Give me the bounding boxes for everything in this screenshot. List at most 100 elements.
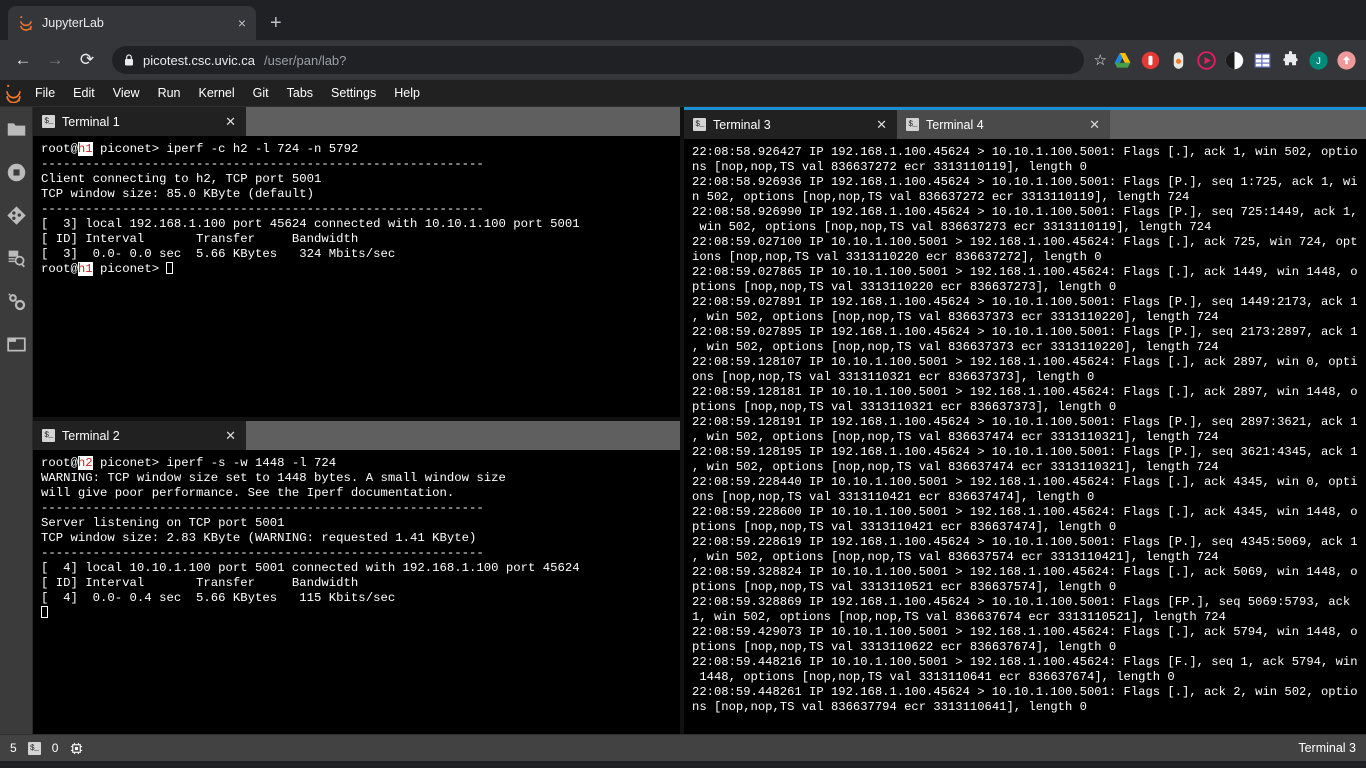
adblock-icon[interactable] <box>1141 51 1160 70</box>
tab-close-icon[interactable]: ✕ <box>225 429 236 442</box>
jupyterlab-left-sidebar <box>0 107 33 734</box>
terminal-text: root@ <box>41 456 78 470</box>
terminal-text: 22:08:59.228600 IP 10.10.1.100.5001 > 19… <box>692 505 1358 519</box>
terminal-line: 22:08:58.926936 IP 192.168.1.100.45624 >… <box>692 175 1366 190</box>
document-search-icon[interactable] <box>6 248 27 269</box>
tab-terminal-1[interactable]: $_ Terminal 1 ✕ <box>33 107 246 136</box>
extensions-puzzle-icon[interactable] <box>1281 51 1300 70</box>
terminal-line: [ ID] Interval Transfer Bandwidth <box>41 232 680 247</box>
terminal-text: piconet> iperf -s -w 1448 -l 724 <box>93 456 337 470</box>
cpu-icon[interactable] <box>69 741 84 756</box>
browser-tab-close-icon[interactable]: × <box>238 16 246 30</box>
tab-close-icon[interactable]: ✕ <box>225 115 236 128</box>
terminal-text: [ ID] Interval Transfer Bandwidth <box>41 232 358 246</box>
terminal-text: [ 4] 0.0- 0.4 sec 5.66 KBytes 115 Kbits/… <box>41 591 395 605</box>
terminal-line: TCP window size: 85.0 KByte (default) <box>41 187 680 202</box>
terminal-line: ns [nop,nop,TS val 836637794 ecr 3313110… <box>692 700 1366 715</box>
terminal-line: , win 502, options [nop,nop,TS val 83663… <box>692 310 1366 325</box>
terminal-cursor <box>41 606 48 618</box>
menu-settings[interactable]: Settings <box>322 80 385 107</box>
lock-icon <box>124 54 134 66</box>
terminal-1-output[interactable]: root@h1 piconet> iperf -c h2 -l 724 -n 5… <box>33 136 680 417</box>
terminal-2-output[interactable]: root@h2 piconet> iperf -s -w 1448 -l 724… <box>33 450 680 734</box>
menu-tabs[interactable]: Tabs <box>278 80 322 107</box>
terminal-text: [ 4] local 10.10.1.100 port 5001 connect… <box>41 561 580 575</box>
terminal-line: 22:08:59.228619 IP 192.168.1.100.45624 >… <box>692 535 1366 550</box>
tab-label: Terminal 1 <box>62 115 210 129</box>
terminal-text: ptions [nop,nop,TS val 3313110622 ecr 83… <box>692 640 1116 654</box>
tab-close-icon[interactable]: ✕ <box>1089 118 1100 131</box>
terminal-text: ----------------------------------------… <box>41 157 484 171</box>
terminal-3-tabbar: $_ Terminal 3 ✕ $_ Terminal 4 ✕ <box>684 107 1366 139</box>
terminal-line: 1448, options [nop,nop,TS val 3313110641… <box>692 670 1366 685</box>
terminal-text: WARNING: TCP window size set to 1448 byt… <box>41 471 506 485</box>
tab-terminal-2[interactable]: $_ Terminal 2 ✕ <box>33 421 246 450</box>
terminal-text: ----------------------------------------… <box>41 202 484 216</box>
kernel-count[interactable]: 5 <box>10 741 17 755</box>
tab-manager-icon[interactable] <box>1253 51 1272 70</box>
forward-button[interactable]: → <box>40 45 70 75</box>
terminal-line: 22:08:59.128195 IP 192.168.1.100.45624 >… <box>692 445 1366 460</box>
terminal-text: 22:08:59.128191 IP 192.168.1.100.45624 >… <box>692 415 1358 429</box>
terminal-line: ptions [nop,nop,TS val 3313110321 ecr 83… <box>692 400 1366 415</box>
terminal-line: , win 502, options [nop,nop,TS val 83663… <box>692 550 1366 565</box>
video-downloader-icon[interactable] <box>1197 51 1216 70</box>
terminal-text: 22:08:59.429073 IP 10.10.1.100.5001 > 19… <box>692 625 1358 639</box>
terminal-text: 22:08:59.328824 IP 10.10.1.100.5001 > 19… <box>692 565 1358 579</box>
terminal-text: , win 502, options [nop,nop,TS val 83663… <box>692 340 1219 354</box>
terminal-line <box>41 606 680 621</box>
terminal-line: Server listening on TCP port 5001 <box>41 516 680 531</box>
terminal-text: win 502, options [nop,nop,TS val 8366372… <box>692 220 1211 234</box>
terminal-line: 22:08:59.448216 IP 10.10.1.100.5001 > 19… <box>692 655 1366 670</box>
file-browser-icon[interactable] <box>6 119 27 140</box>
jupyterlab-menu-bar: File Edit View Run Kernel Git Tabs Setti… <box>0 80 1366 107</box>
browser-tab-jupyterlab[interactable]: JupyterLab × <box>8 6 256 40</box>
git-icon[interactable] <box>6 205 27 226</box>
extension-manager-icon[interactable] <box>6 291 27 312</box>
google-drive-icon[interactable] <box>1113 51 1132 70</box>
terminal-text: will give poor performance. See the Iper… <box>41 486 454 500</box>
terminal-text: piconet> <box>93 262 167 276</box>
menu-file[interactable]: File <box>26 80 64 107</box>
bookmark-star-icon[interactable]: ☆ <box>1094 51 1107 69</box>
terminal-icon: $_ <box>906 118 919 131</box>
new-tab-button[interactable]: + <box>270 13 282 33</box>
menu-help[interactable]: Help <box>385 80 429 107</box>
terminal-text: root@ <box>41 262 78 276</box>
tab-close-icon[interactable]: ✕ <box>876 118 887 131</box>
terminal-count[interactable]: 0 <box>52 741 59 755</box>
terminal-3-output[interactable]: 22:08:58.926427 IP 192.168.1.100.45624 >… <box>684 139 1366 734</box>
terminal-icon[interactable]: $_ <box>28 742 41 755</box>
menu-run[interactable]: Run <box>149 80 190 107</box>
terminal-line: ons [nop,nop,TS val 3313110321 ecr 83663… <box>692 370 1366 385</box>
terminal-text: 22:08:59.228440 IP 10.10.1.100.5001 > 19… <box>692 475 1358 489</box>
menu-view[interactable]: View <box>104 80 149 107</box>
tab-terminal-3[interactable]: $_ Terminal 3 ✕ <box>684 110 897 139</box>
terminal-line: ions [nop,nop,TS val 3313110220 ecr 8366… <box>692 250 1366 265</box>
terminal-line: 22:08:59.027865 IP 10.10.1.100.5001 > 19… <box>692 265 1366 280</box>
terminal-line: ----------------------------------------… <box>41 546 680 561</box>
terminal-line: 22:08:59.128181 IP 10.10.1.100.5001 > 19… <box>692 385 1366 400</box>
dashlane-icon[interactable] <box>1169 51 1188 70</box>
menu-git[interactable]: Git <box>244 80 278 107</box>
terminal-line: 22:08:59.228440 IP 10.10.1.100.5001 > 19… <box>692 475 1366 490</box>
terminal-line: n 502, options [nop,nop,TS val 836637272… <box>692 190 1366 205</box>
menu-edit[interactable]: Edit <box>64 80 104 107</box>
upload-icon[interactable] <box>1337 51 1356 70</box>
terminal-text: TCP window size: 2.83 KByte (WARNING: re… <box>41 531 476 545</box>
terminal-text: n 502, options [nop,nop,TS val 836637272… <box>692 190 1189 204</box>
menu-kernel[interactable]: Kernel <box>190 80 244 107</box>
address-bar[interactable]: picotest.csc.uvic.ca/user/pan/lab? <box>112 46 1084 74</box>
tab-label: Terminal 2 <box>62 429 210 443</box>
reload-button[interactable]: ⟳ <box>72 45 102 75</box>
open-tabs-icon[interactable] <box>6 334 27 355</box>
terminal-line: Client connecting to h2, TCP port 5001 <box>41 172 680 187</box>
terminal-text: , win 502, options [nop,nop,TS val 83663… <box>692 310 1219 324</box>
tab-terminal-4[interactable]: $_ Terminal 4 ✕ <box>897 110 1110 139</box>
dark-reader-icon[interactable] <box>1225 51 1244 70</box>
profile-avatar[interactable]: J <box>1309 51 1328 70</box>
running-terminals-icon[interactable] <box>6 162 27 183</box>
terminal-2-tabbar: $_ Terminal 2 ✕ <box>33 421 680 450</box>
terminal-line: [ 4] 0.0- 0.4 sec 5.66 KBytes 115 Kbits/… <box>41 591 680 606</box>
back-button[interactable]: ← <box>8 45 38 75</box>
